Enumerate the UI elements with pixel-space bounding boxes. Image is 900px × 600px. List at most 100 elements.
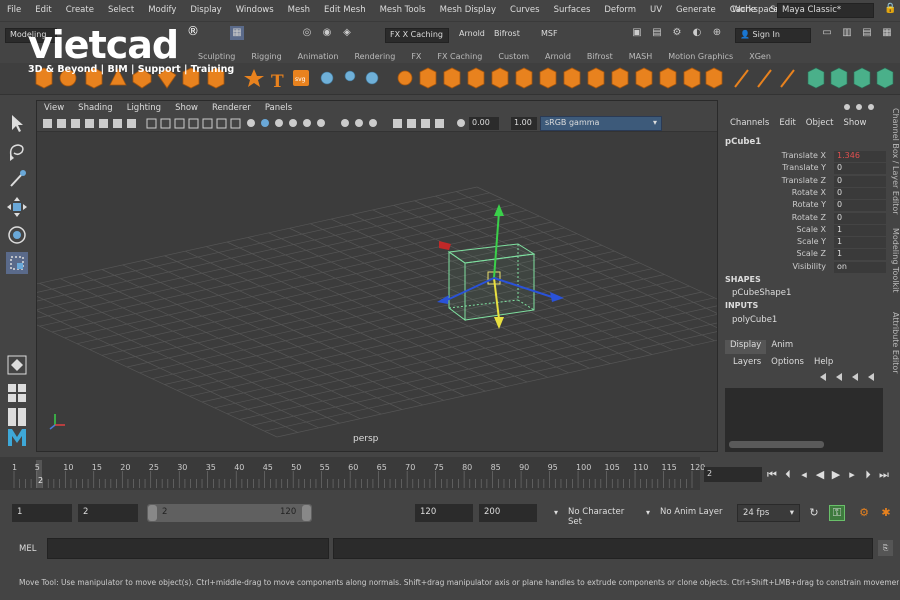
playback-start-field[interactable]: 2 [78, 504, 138, 522]
menu-item-surfaces[interactable]: Surfaces [547, 5, 598, 15]
attribute-value[interactable]: 1 [834, 237, 886, 249]
step-back-frame-icon[interactable]: ◂ [797, 468, 811, 482]
channel-box-menu-object[interactable]: Object [801, 118, 839, 128]
shelf-tab-custom[interactable]: Custom [490, 52, 537, 61]
attribute-row[interactable]: Scale Z 1 [726, 249, 886, 261]
renderer-msf-label[interactable]: MSF [537, 28, 559, 43]
attribute-value[interactable]: 0 [834, 187, 886, 199]
menu-item-deform[interactable]: Deform [597, 5, 643, 15]
four-view-layout-icon[interactable] [6, 382, 28, 404]
attribute-row[interactable]: Rotate X 0 [726, 187, 886, 200]
two-view-layout-icon[interactable] [6, 406, 28, 428]
snap-curve-icon[interactable]: ◎ [300, 26, 314, 40]
shelf-tab-motion-graphics[interactable]: Motion Graphics [660, 52, 741, 61]
attribute-row[interactable]: Rotate Y 0 [726, 200, 886, 212]
toggle-channel-box-icon[interactable]: ▥ [840, 26, 854, 40]
shelf-dropdown[interactable]: FX X Caching [385, 28, 449, 43]
snap-surface-icon[interactable]: ◈ [340, 26, 354, 40]
select-tool-icon[interactable] [6, 112, 28, 134]
layer-menu-layers[interactable]: Layers [728, 357, 766, 367]
attribute-value[interactable]: 0 [834, 175, 886, 187]
rotate-tool-icon[interactable] [6, 224, 28, 246]
target-icon[interactable]: ⊕ [710, 26, 724, 40]
renderer-arnold-label[interactable]: Arnold [455, 28, 487, 43]
playback-end-field[interactable]: 120 [415, 504, 473, 522]
attribute-row[interactable]: Translate Z 0 [726, 175, 886, 188]
playback-prefs-icon[interactable]: ✱ [879, 506, 893, 520]
input-node-item[interactable]: polyCube1 [732, 315, 777, 325]
ipr-render-icon[interactable]: ▤ [650, 26, 664, 40]
step-forward-key-icon[interactable]: ⏵ [861, 468, 875, 482]
tab-modeling-toolkit[interactable]: Modeling Toolkit [889, 228, 900, 294]
animation-start-field[interactable]: 1 [12, 504, 72, 522]
gamma-field[interactable]: 1.00 [511, 117, 537, 130]
menu-item-edit-mesh[interactable]: Edit Mesh [317, 5, 373, 15]
viewport-canvas[interactable] [37, 132, 717, 451]
menu-item-select[interactable]: Select [101, 5, 141, 15]
snap-grid-icon[interactable]: ▦ [230, 26, 244, 40]
shelf-tab-xgen[interactable]: XGen [741, 52, 779, 61]
snap-point-icon[interactable]: ◉ [320, 26, 334, 40]
channel-box-menu-show[interactable]: Show [838, 118, 871, 128]
menu-item-modify[interactable]: Modify [141, 5, 183, 15]
attribute-value[interactable]: 1 [834, 249, 886, 261]
renderer-bifrost-label[interactable]: Bifrost [490, 28, 528, 43]
attribute-row[interactable]: Scale Y 1 [726, 237, 886, 249]
toggle-toolkit-icon[interactable]: ▦ [880, 26, 894, 40]
render-icon[interactable]: ▣ [630, 26, 644, 40]
single-view-layout-icon[interactable] [6, 354, 28, 376]
attribute-value[interactable]: 0 [834, 163, 886, 175]
tab-attribute-editor[interactable]: Attribute Editor [889, 312, 900, 378]
time-slider[interactable] [0, 457, 700, 490]
toggle-panel-icon[interactable]: ▭ [820, 26, 834, 40]
sign-in-button[interactable]: 👤 Sign In [735, 28, 811, 43]
toggle-attribute-icon[interactable]: ▤ [860, 26, 874, 40]
attribute-value[interactable]: on [834, 261, 886, 273]
layer-menu-help[interactable]: Help [809, 357, 838, 367]
menu-item-file[interactable]: File [0, 5, 28, 15]
move-tool-icon[interactable] [6, 196, 28, 218]
menu-item-mesh[interactable]: Mesh [281, 5, 317, 15]
menu-item-generate[interactable]: Generate [669, 5, 723, 15]
viewport-menu-renderer[interactable]: Renderer [205, 103, 258, 113]
menu-item-mesh-display[interactable]: Mesh Display [433, 5, 503, 15]
anim-layer-dropdown[interactable]: No Anim Layer [654, 504, 732, 522]
workspace-dropdown[interactable]: Maya Classic* [777, 3, 874, 18]
attribute-row[interactable]: Scale X 1 [726, 224, 886, 237]
script-editor-icon[interactable]: ⎘ [878, 540, 893, 556]
shelf-tab-sculpting[interactable]: Sculpting [190, 52, 243, 61]
viewport-menu-lighting[interactable]: Lighting [120, 103, 168, 113]
shelf-tab-animation[interactable]: Animation [290, 52, 347, 61]
anim-layer-chevron-icon[interactable]: ▾ [641, 506, 655, 520]
shelf-tab-mash[interactable]: MASH [621, 52, 660, 61]
play-forward-icon[interactable]: ▶ [829, 468, 843, 482]
channel-box-menu-edit[interactable]: Edit [774, 118, 800, 128]
play-backward-icon[interactable]: ◀ [813, 468, 827, 482]
shelf-tab-fx-caching[interactable]: FX Caching [429, 52, 490, 61]
attribute-value[interactable]: 0 [834, 200, 886, 212]
menu-item-windows[interactable]: Windows [229, 5, 281, 15]
step-forward-frame-icon[interactable]: ▸ [845, 468, 859, 482]
render-settings-icon[interactable]: ⚙ [670, 26, 684, 40]
scale-tool-icon[interactable] [6, 252, 28, 274]
hypershade-icon[interactable]: ◐ [690, 26, 704, 40]
tab-channel-box[interactable]: Channel Box / Layer Editor [889, 108, 900, 218]
paint-select-tool-icon[interactable] [6, 168, 28, 190]
menu-item-uv[interactable]: UV [643, 5, 669, 15]
menu-item-edit[interactable]: Edit [28, 5, 58, 15]
channel-box-menu-channels[interactable]: Channels [725, 118, 774, 128]
lock-icon[interactable]: 🔒 [884, 3, 896, 17]
menu-item-display[interactable]: Display [183, 5, 228, 15]
loop-icon[interactable]: ↻ [807, 506, 821, 520]
shelf-tab-rigging[interactable]: Rigging [243, 52, 289, 61]
menu-item-create[interactable]: Create [59, 5, 101, 15]
attribute-row[interactable]: Translate X 1.346 [726, 151, 886, 163]
go-to-end-icon[interactable]: ⏭ [877, 468, 891, 482]
viewport-menu-show[interactable]: Show [168, 103, 205, 113]
menu-item-mesh-tools[interactable]: Mesh Tools [373, 5, 433, 15]
attribute-row[interactable]: Translate Y 0 [726, 163, 886, 175]
step-back-key-icon[interactable]: ⏴ [781, 468, 795, 482]
shape-node-item[interactable]: pCubeShape1 [732, 288, 791, 298]
animation-prefs-icon[interactable]: ⚙ [857, 506, 871, 520]
channel-box-header-icons[interactable] [842, 101, 882, 113]
